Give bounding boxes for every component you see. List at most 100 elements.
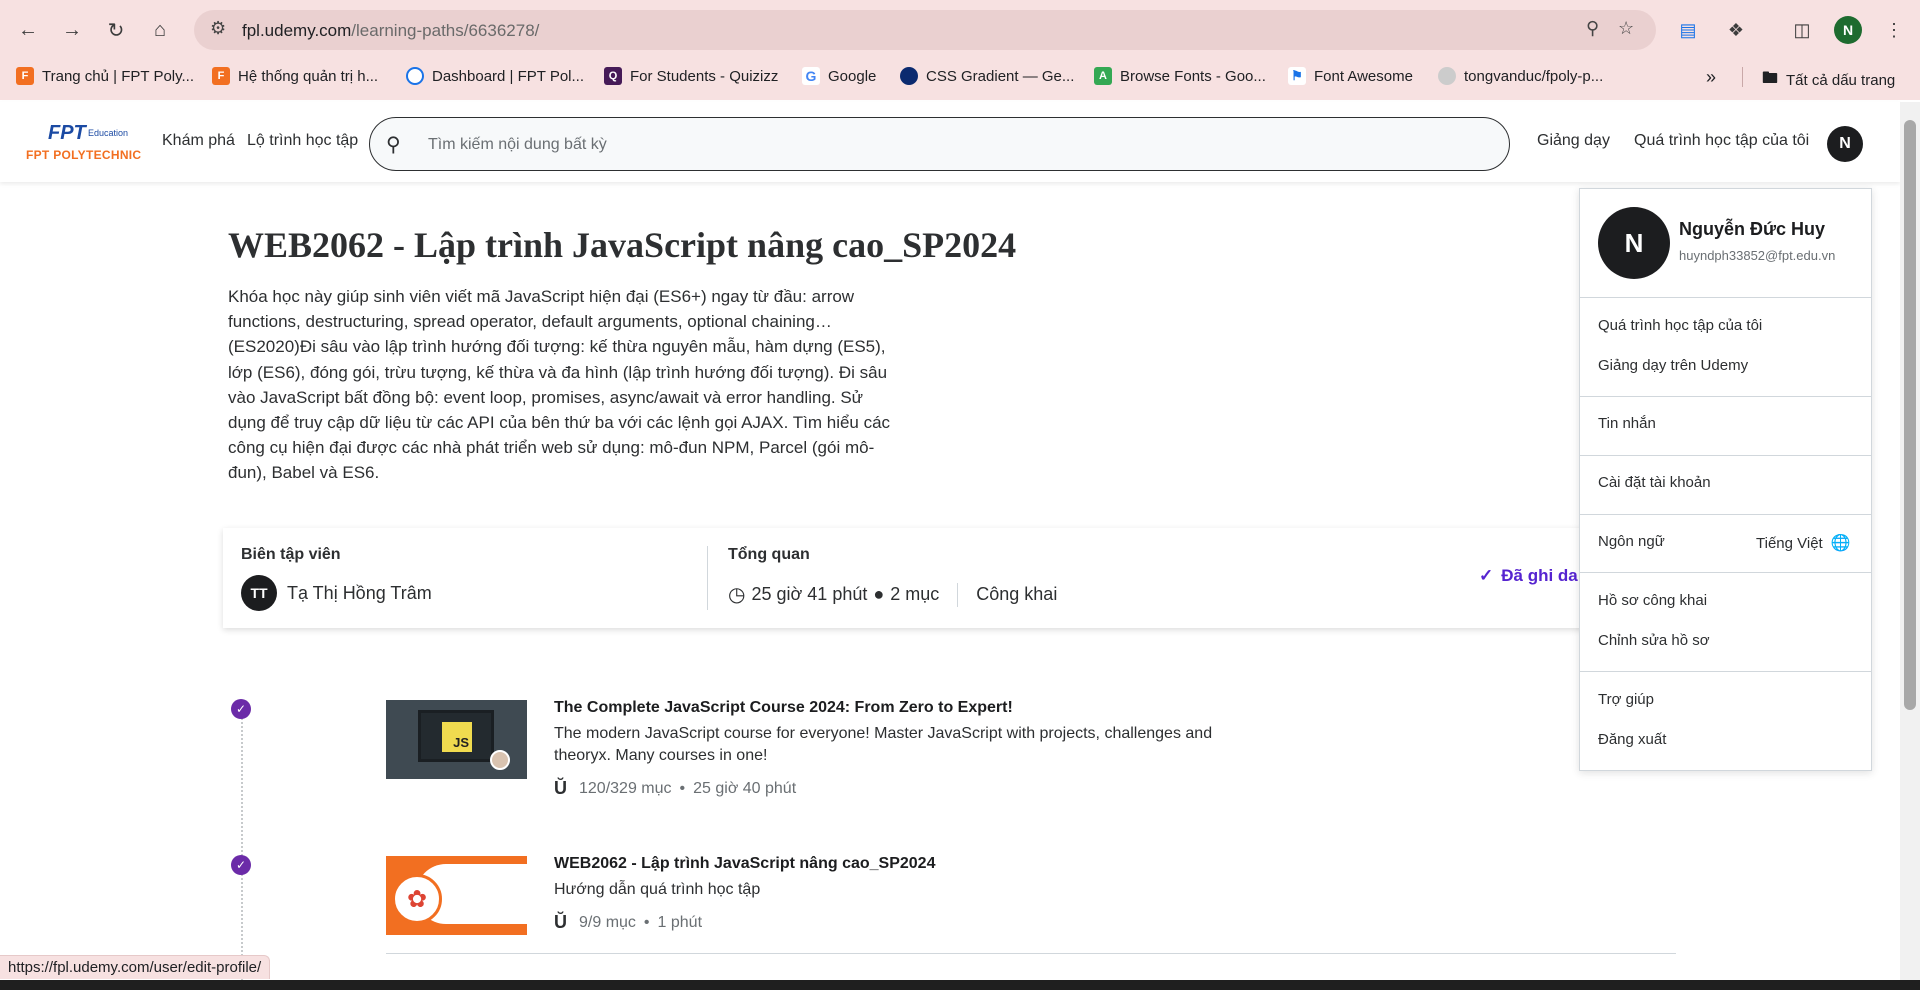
dropdown-divider: [1580, 671, 1871, 672]
menu-language-value[interactable]: Tiếng Việt 🌐: [1756, 533, 1851, 553]
forward-icon[interactable]: →: [56, 14, 88, 46]
menu-teach-on-udemy[interactable]: Giảng dạy trên Udemy: [1598, 357, 1748, 374]
course-thumbnail[interactable]: JS: [386, 700, 527, 779]
translate-icon[interactable]: ▤: [1674, 16, 1702, 44]
overview-stats: ◷ 25 giờ 41 phút ● 2 mục Công khai: [728, 582, 1057, 607]
bookmark-item[interactable]: Dashboard | FPT Pol...: [406, 67, 584, 85]
dropdown-divider: [1580, 396, 1871, 397]
udemy-icon: Ŭ: [554, 912, 567, 932]
dropdown-divider: [1580, 514, 1871, 515]
editor-name[interactable]: Tạ Thị Hồng Trâm: [287, 583, 432, 604]
link-status-bar: https://fpl.udemy.com/user/edit-profile/: [0, 955, 271, 979]
editor-label: Biên tập viên: [241, 546, 341, 563]
dropdown-user-name[interactable]: Nguyễn Đức Huy: [1679, 219, 1825, 240]
menu-my-learning[interactable]: Quá trình học tập của tôi: [1598, 317, 1762, 334]
course-meta: Ŭ 9/9 mục • 1 phút: [554, 912, 702, 933]
google-favicon-icon: G: [802, 67, 820, 85]
my-learning-link[interactable]: Quá trình học tập của tôi: [1634, 132, 1809, 150]
timeline-line: [241, 718, 243, 980]
user-dropdown-menu: N Nguyễn Đức Huy huyndph33852@fpt.edu.vn…: [1579, 188, 1872, 771]
path-duration: 25 giờ 41 phút: [751, 584, 868, 604]
browser-toolbar: ← → ↻ ⌂ ⚙ fpl.udemy.com/learning-paths/6…: [0, 0, 1920, 60]
logo-polytechnic-text: FPT POLYTECHNIC: [26, 148, 142, 162]
googlefonts-favicon-icon: A: [1094, 67, 1112, 85]
completed-check-icon: ✓: [231, 855, 251, 875]
overview-divider: [957, 582, 959, 607]
completed-check-icon: ✓: [231, 699, 251, 719]
learning-path-link[interactable]: Lộ trình học tập: [247, 132, 358, 150]
search-bar[interactable]: ⚲: [369, 117, 1510, 171]
check-icon: ✓: [1479, 566, 1494, 585]
dropdown-avatar[interactable]: N: [1598, 207, 1670, 279]
all-bookmarks-folder[interactable]: 🖿 Tất cả dấu trang: [1762, 67, 1895, 94]
course-thumbnail[interactable]: ✿: [386, 856, 528, 935]
zoom-icon[interactable]: ⚲: [1586, 18, 1599, 39]
enrolled-status[interactable]: ✓ Đã ghi da: [1479, 566, 1578, 586]
dropdown-divider: [1580, 455, 1871, 456]
logo-education-text: Education: [88, 128, 129, 138]
path-items: 2 mục: [890, 584, 940, 604]
bookmark-item[interactable]: tongvanduc/fpoly-p...: [1438, 67, 1603, 85]
menu-account-settings[interactable]: Cài đặt tài khoản: [1598, 474, 1711, 491]
menu-help[interactable]: Trợ giúp: [1598, 691, 1654, 708]
fpt-logo[interactable]: FPT Education FPT POLYTECHNIC: [26, 122, 144, 166]
menu-dots-icon[interactable]: ⋮: [1880, 16, 1908, 44]
dropdown-divider: [1580, 572, 1871, 573]
site-info-icon[interactable]: ⚙: [210, 18, 226, 39]
udemy-icon: Ŭ: [554, 778, 567, 798]
course-subtitle: Hướng dẫn quá trình học tập: [554, 881, 761, 898]
bookmark-item[interactable]: CSS Gradient — Ge...: [900, 67, 1074, 85]
home-icon[interactable]: ⌂: [144, 14, 176, 46]
bookmark-item[interactable]: ⚑ Font Awesome: [1288, 67, 1413, 85]
menu-language[interactable]: Ngôn ngữ: [1598, 533, 1665, 550]
clock-icon: ◷: [728, 584, 746, 606]
course-progress: 120/329 mục: [579, 779, 672, 797]
back-icon[interactable]: ←: [12, 14, 44, 46]
bookmark-item[interactable]: F Trang chủ | FPT Poly...: [16, 67, 194, 85]
address-url: fpl.udemy.com/learning-paths/6636278/: [242, 21, 540, 40]
page-title: WEB2062 - Lập trình JavaScript nâng cao_…: [228, 225, 1017, 265]
path-info-card: Biên tập viên TT Tạ Thị Hồng Trâm Tổng q…: [223, 528, 1623, 628]
dropdown-user-email: huyndph33852@fpt.edu.vn: [1679, 248, 1836, 263]
search-input[interactable]: [428, 132, 1478, 158]
course-title[interactable]: WEB2062 - Lập trình JavaScript nâng cao_…: [554, 855, 935, 873]
cssgradient-favicon-icon: [900, 67, 918, 85]
address-bar[interactable]: ⚙ fpl.udemy.com/learning-paths/6636278/ …: [194, 10, 1656, 50]
bookmark-item[interactable]: Q For Students - Quizizz: [604, 67, 778, 85]
explore-link[interactable]: Khám phá: [162, 132, 235, 150]
menu-messages[interactable]: Tin nhắn: [1598, 415, 1656, 432]
page-scrollbar[interactable]: [1900, 102, 1920, 982]
browser-chrome: ← → ↻ ⌂ ⚙ fpl.udemy.com/learning-paths/6…: [0, 0, 1920, 100]
extensions-icon[interactable]: ❖: [1722, 16, 1750, 44]
globe-icon: 🌐: [1830, 535, 1851, 552]
teaching-link[interactable]: Giảng dạy: [1537, 132, 1610, 150]
menu-edit-profile[interactable]: Chỉnh sửa hồ sơ: [1598, 632, 1710, 649]
bookmark-item[interactable]: G Google: [802, 67, 876, 85]
fontawesome-favicon-icon: ⚑: [1288, 67, 1306, 85]
bookmark-star-icon[interactable]: ☆: [1618, 18, 1634, 39]
side-panel-icon[interactable]: ◫: [1788, 16, 1816, 44]
editor-avatar[interactable]: TT: [241, 575, 277, 611]
os-taskbar: [0, 980, 1920, 990]
bookmarks-divider: [1742, 67, 1743, 87]
bookmark-item[interactable]: A Browse Fonts - Goo...: [1094, 67, 1266, 85]
scrollbar-thumb[interactable]: [1904, 120, 1916, 710]
menu-logout[interactable]: Đăng xuất: [1598, 731, 1666, 748]
section-divider: [386, 953, 1676, 954]
js-badge: JS: [442, 722, 472, 752]
github-favicon-icon: [1438, 67, 1456, 85]
more-bookmarks-icon[interactable]: »: [1706, 67, 1716, 88]
course-title[interactable]: The Complete JavaScript Course 2024: Fro…: [554, 699, 1013, 717]
dropdown-divider: [1580, 297, 1871, 298]
dot-separator: •: [643, 913, 650, 931]
fpt-favicon-icon: F: [16, 67, 34, 85]
menu-public-profile[interactable]: Hồ sơ công khai: [1598, 592, 1707, 609]
bookmark-item[interactable]: F Hệ thống quản trị h...: [212, 67, 378, 85]
fpt-favicon-icon: F: [212, 67, 230, 85]
course-duration: 1 phút: [657, 913, 703, 931]
profile-avatar[interactable]: N: [1834, 16, 1862, 44]
user-avatar[interactable]: N: [1827, 126, 1863, 162]
course-duration: 25 giờ 40 phút: [693, 779, 797, 797]
quizizz-favicon-icon: Q: [604, 67, 622, 85]
reload-icon[interactable]: ↻: [100, 14, 132, 46]
